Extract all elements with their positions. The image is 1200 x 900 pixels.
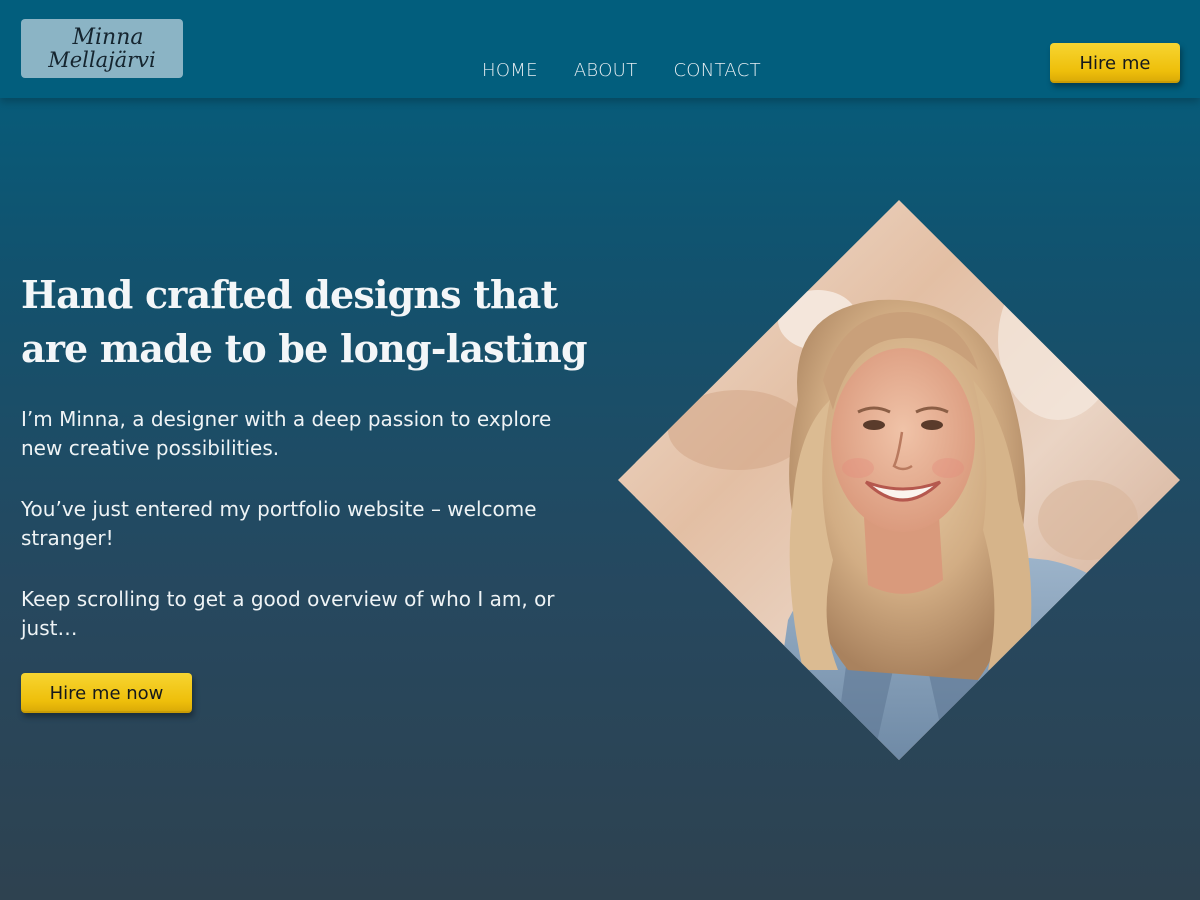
nav-link-home[interactable]: HOME [482, 60, 538, 81]
hire-me-button[interactable]: Hire me [1050, 43, 1180, 83]
logo-first-name: Minna [72, 24, 144, 50]
portrait-photo [618, 200, 1180, 760]
main-nav: HOME ABOUT CONTACT [482, 60, 761, 81]
hero-intro-text: I’m Minna, a designer with a deep passio… [21, 407, 552, 460]
nav-link-contact[interactable]: CONTACT [673, 60, 760, 81]
hero-welcome-text: You’ve just entered my portfolio website… [21, 497, 537, 550]
portrait-image [618, 200, 1180, 760]
hero-heading: Hand crafted designs that are made to be… [21, 272, 588, 371]
top-navbar: Minna Mellajärvi HOME ABOUT CONTACT Hire… [0, 0, 1200, 98]
logo-last-name: Mellajärvi [48, 47, 156, 72]
hire-me-now-button[interactable]: Hire me now [21, 673, 192, 713]
nav-link-about[interactable]: ABOUT [574, 60, 638, 81]
site-logo[interactable]: Minna Mellajärvi [21, 19, 183, 78]
hero-scroll-text: Keep scrolling to get a good overview of… [21, 587, 555, 640]
